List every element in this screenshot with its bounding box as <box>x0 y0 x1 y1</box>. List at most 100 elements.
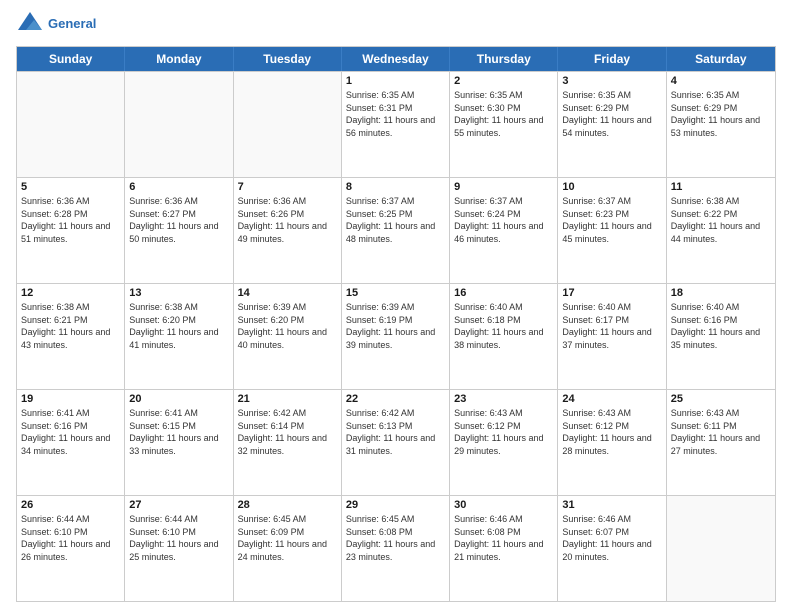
calendar-day-30: 30 Sunrise: 6:46 AM Sunset: 6:08 PM Dayli… <box>450 496 558 601</box>
day-info: Sunrise: 6:35 AM Sunset: 6:29 PM Dayligh… <box>671 89 771 139</box>
logo-icon <box>16 10 44 38</box>
day-info: Sunrise: 6:38 AM Sunset: 6:22 PM Dayligh… <box>671 195 771 245</box>
calendar-day-12: 12 Sunrise: 6:38 AM Sunset: 6:21 PM Dayli… <box>17 284 125 389</box>
day-number: 31 <box>562 499 661 511</box>
calendar-page: General SundayMondayTuesdayWednesdayThur… <box>0 0 792 612</box>
day-info: Sunrise: 6:39 AM Sunset: 6:19 PM Dayligh… <box>346 301 445 351</box>
day-number: 25 <box>671 393 771 405</box>
day-number: 24 <box>562 393 661 405</box>
calendar-day-17: 17 Sunrise: 6:40 AM Sunset: 6:17 PM Dayli… <box>558 284 666 389</box>
day-info: Sunrise: 6:35 AM Sunset: 6:30 PM Dayligh… <box>454 89 553 139</box>
day-info: Sunrise: 6:41 AM Sunset: 6:16 PM Dayligh… <box>21 407 120 457</box>
day-number: 6 <box>129 181 228 193</box>
calendar-day-5: 5Sunrise: 6:36 AM Sunset: 6:28 PM Daylig… <box>17 178 125 283</box>
day-info: Sunrise: 6:40 AM Sunset: 6:17 PM Dayligh… <box>562 301 661 351</box>
day-number: 12 <box>21 287 120 299</box>
calendar-day-29: 29Sunrise: 6:45 AM Sunset: 6:08 PM Dayli… <box>342 496 450 601</box>
calendar-day-7: 7 Sunrise: 6:36 AM Sunset: 6:26 PM Daylig… <box>234 178 342 283</box>
calendar-body: 1 Sunrise: 6:35 AM Sunset: 6:31 PM Daylig… <box>17 71 775 601</box>
day-info: Sunrise: 6:40 AM Sunset: 6:16 PM Dayligh… <box>671 301 771 351</box>
calendar-day-6: 6 Sunrise: 6:36 AM Sunset: 6:27 PM Daylig… <box>125 178 233 283</box>
day-number: 22 <box>346 393 445 405</box>
day-info: Sunrise: 6:42 AM Sunset: 6:14 PM Dayligh… <box>238 407 337 457</box>
day-info: Sunrise: 6:36 AM Sunset: 6:26 PM Dayligh… <box>238 195 337 245</box>
logo-text: General <box>48 16 96 32</box>
day-info: Sunrise: 6:44 AM Sunset: 6:10 PM Dayligh… <box>129 513 228 563</box>
day-info: Sunrise: 6:38 AM Sunset: 6:21 PM Dayligh… <box>21 301 120 351</box>
day-info: Sunrise: 6:35 AM Sunset: 6:31 PM Dayligh… <box>346 89 445 139</box>
calendar-week-4: 19 Sunrise: 6:41 AM Sunset: 6:16 PM Dayli… <box>17 389 775 495</box>
calendar-week-5: 26 Sunrise: 6:44 AM Sunset: 6:10 PM Dayli… <box>17 495 775 601</box>
day-number: 20 <box>129 393 228 405</box>
calendar-day-4: 4Sunrise: 6:35 AM Sunset: 6:29 PM Daylig… <box>667 72 775 177</box>
calendar-day-1: 1 Sunrise: 6:35 AM Sunset: 6:31 PM Daylig… <box>342 72 450 177</box>
calendar-day-14: 14Sunrise: 6:39 AM Sunset: 6:20 PM Dayli… <box>234 284 342 389</box>
day-info: Sunrise: 6:44 AM Sunset: 6:10 PM Dayligh… <box>21 513 120 563</box>
day-number: 3 <box>562 75 661 87</box>
calendar-day-20: 20 Sunrise: 6:41 AM Sunset: 6:15 PM Dayli… <box>125 390 233 495</box>
day-number: 21 <box>238 393 337 405</box>
day-info: Sunrise: 6:41 AM Sunset: 6:15 PM Dayligh… <box>129 407 228 457</box>
day-number: 1 <box>346 75 445 87</box>
day-info: Sunrise: 6:45 AM Sunset: 6:09 PM Dayligh… <box>238 513 337 563</box>
day-number: 28 <box>238 499 337 511</box>
day-info: Sunrise: 6:40 AM Sunset: 6:18 PM Dayligh… <box>454 301 553 351</box>
calendar-day-13: 13Sunrise: 6:38 AM Sunset: 6:20 PM Dayli… <box>125 284 233 389</box>
day-number: 5 <box>21 181 120 193</box>
calendar-day-2: 2 Sunrise: 6:35 AM Sunset: 6:30 PM Daylig… <box>450 72 558 177</box>
day-number: 30 <box>454 499 553 511</box>
calendar-day-8: 8 Sunrise: 6:37 AM Sunset: 6:25 PM Daylig… <box>342 178 450 283</box>
calendar-day-10: 10Sunrise: 6:37 AM Sunset: 6:23 PM Dayli… <box>558 178 666 283</box>
calendar-day-23: 23 Sunrise: 6:43 AM Sunset: 6:12 PM Dayli… <box>450 390 558 495</box>
day-header-monday: Monday <box>125 47 233 71</box>
calendar-day-empty <box>667 496 775 601</box>
day-number: 7 <box>238 181 337 193</box>
day-info: Sunrise: 6:43 AM Sunset: 6:12 PM Dayligh… <box>454 407 553 457</box>
calendar-day-15: 15 Sunrise: 6:39 AM Sunset: 6:19 PM Dayli… <box>342 284 450 389</box>
day-info: Sunrise: 6:46 AM Sunset: 6:07 PM Dayligh… <box>562 513 661 563</box>
day-number: 17 <box>562 287 661 299</box>
day-info: Sunrise: 6:43 AM Sunset: 6:11 PM Dayligh… <box>671 407 771 457</box>
day-number: 11 <box>671 181 771 193</box>
calendar-day-16: 16 Sunrise: 6:40 AM Sunset: 6:18 PM Dayli… <box>450 284 558 389</box>
day-number: 26 <box>21 499 120 511</box>
logo: General <box>16 10 96 38</box>
calendar-day-27: 27 Sunrise: 6:44 AM Sunset: 6:10 PM Dayli… <box>125 496 233 601</box>
calendar-day-3: 3 Sunrise: 6:35 AM Sunset: 6:29 PM Daylig… <box>558 72 666 177</box>
day-number: 29 <box>346 499 445 511</box>
calendar-day-21: 21 Sunrise: 6:42 AM Sunset: 6:14 PM Dayli… <box>234 390 342 495</box>
day-number: 16 <box>454 287 553 299</box>
day-info: Sunrise: 6:46 AM Sunset: 6:08 PM Dayligh… <box>454 513 553 563</box>
day-number: 9 <box>454 181 553 193</box>
calendar-day-18: 18 Sunrise: 6:40 AM Sunset: 6:16 PM Dayli… <box>667 284 775 389</box>
calendar-day-9: 9 Sunrise: 6:37 AM Sunset: 6:24 PM Daylig… <box>450 178 558 283</box>
day-number: 27 <box>129 499 228 511</box>
day-info: Sunrise: 6:43 AM Sunset: 6:12 PM Dayligh… <box>562 407 661 457</box>
day-header-sunday: Sunday <box>17 47 125 71</box>
day-header-thursday: Thursday <box>450 47 558 71</box>
day-info: Sunrise: 6:37 AM Sunset: 6:24 PM Dayligh… <box>454 195 553 245</box>
day-info: Sunrise: 6:37 AM Sunset: 6:25 PM Dayligh… <box>346 195 445 245</box>
day-header-saturday: Saturday <box>667 47 775 71</box>
day-number: 19 <box>21 393 120 405</box>
calendar-day-empty <box>17 72 125 177</box>
calendar-day-26: 26 Sunrise: 6:44 AM Sunset: 6:10 PM Dayli… <box>17 496 125 601</box>
calendar-day-25: 25 Sunrise: 6:43 AM Sunset: 6:11 PM Dayli… <box>667 390 775 495</box>
day-info: Sunrise: 6:35 AM Sunset: 6:29 PM Dayligh… <box>562 89 661 139</box>
calendar: SundayMondayTuesdayWednesdayThursdayFrid… <box>16 46 776 602</box>
day-number: 8 <box>346 181 445 193</box>
day-info: Sunrise: 6:42 AM Sunset: 6:13 PM Dayligh… <box>346 407 445 457</box>
day-number: 18 <box>671 287 771 299</box>
day-info: Sunrise: 6:37 AM Sunset: 6:23 PM Dayligh… <box>562 195 661 245</box>
calendar-week-2: 5Sunrise: 6:36 AM Sunset: 6:28 PM Daylig… <box>17 177 775 283</box>
calendar-header: SundayMondayTuesdayWednesdayThursdayFrid… <box>17 47 775 71</box>
day-number: 2 <box>454 75 553 87</box>
day-number: 15 <box>346 287 445 299</box>
day-info: Sunrise: 6:36 AM Sunset: 6:27 PM Dayligh… <box>129 195 228 245</box>
day-number: 23 <box>454 393 553 405</box>
header: General <box>16 10 776 38</box>
calendar-day-31: 31 Sunrise: 6:46 AM Sunset: 6:07 PM Dayli… <box>558 496 666 601</box>
calendar-day-11: 11 Sunrise: 6:38 AM Sunset: 6:22 PM Dayli… <box>667 178 775 283</box>
day-info: Sunrise: 6:39 AM Sunset: 6:20 PM Dayligh… <box>238 301 337 351</box>
day-header-tuesday: Tuesday <box>234 47 342 71</box>
